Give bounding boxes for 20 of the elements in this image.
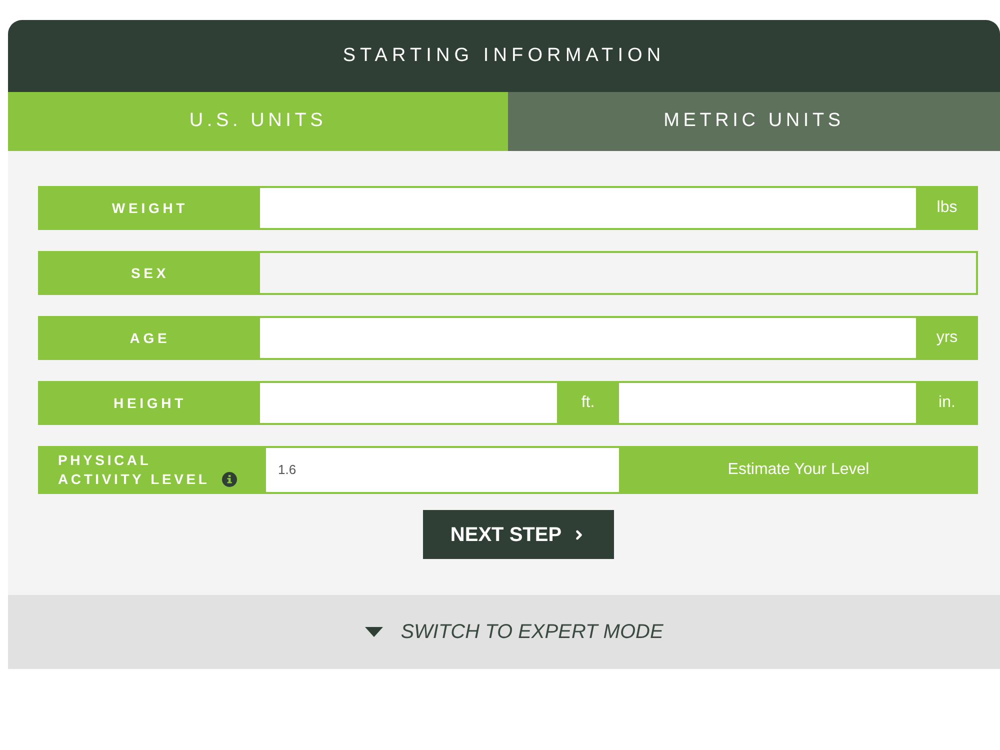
input-field[interactable] <box>260 383 557 423</box>
info-icon[interactable] <box>222 472 237 486</box>
unit-label: in. <box>938 393 956 413</box>
field-label: PHYSICAL ACTIVITY LEVEL <box>58 451 211 489</box>
unit-tab[interactable]: METRIC UNITS <box>508 92 1000 151</box>
input-field[interactable]: 1.6 <box>266 448 619 492</box>
field-label: HEIGHT <box>113 394 187 412</box>
unit-label: yrs <box>935 328 959 348</box>
field-label: AGE <box>130 328 170 348</box>
input-field[interactable] <box>260 318 916 358</box>
header-title: STARTING INFORMATION <box>342 44 666 68</box>
expert-mode-toggle[interactable]: SWITCH TO EXPERT MODE <box>8 595 1000 669</box>
field-label: WEIGHT <box>112 198 188 218</box>
unit-label: ft. <box>580 393 596 413</box>
input-field[interactable] <box>619 383 916 423</box>
field-label: SEX <box>130 264 170 282</box>
next-step-button[interactable]: NEXT STEP <box>422 510 614 559</box>
input-field[interactable] <box>260 188 916 228</box>
dropdown-field[interactable] <box>260 253 976 293</box>
unit-label: lbs <box>936 198 958 218</box>
